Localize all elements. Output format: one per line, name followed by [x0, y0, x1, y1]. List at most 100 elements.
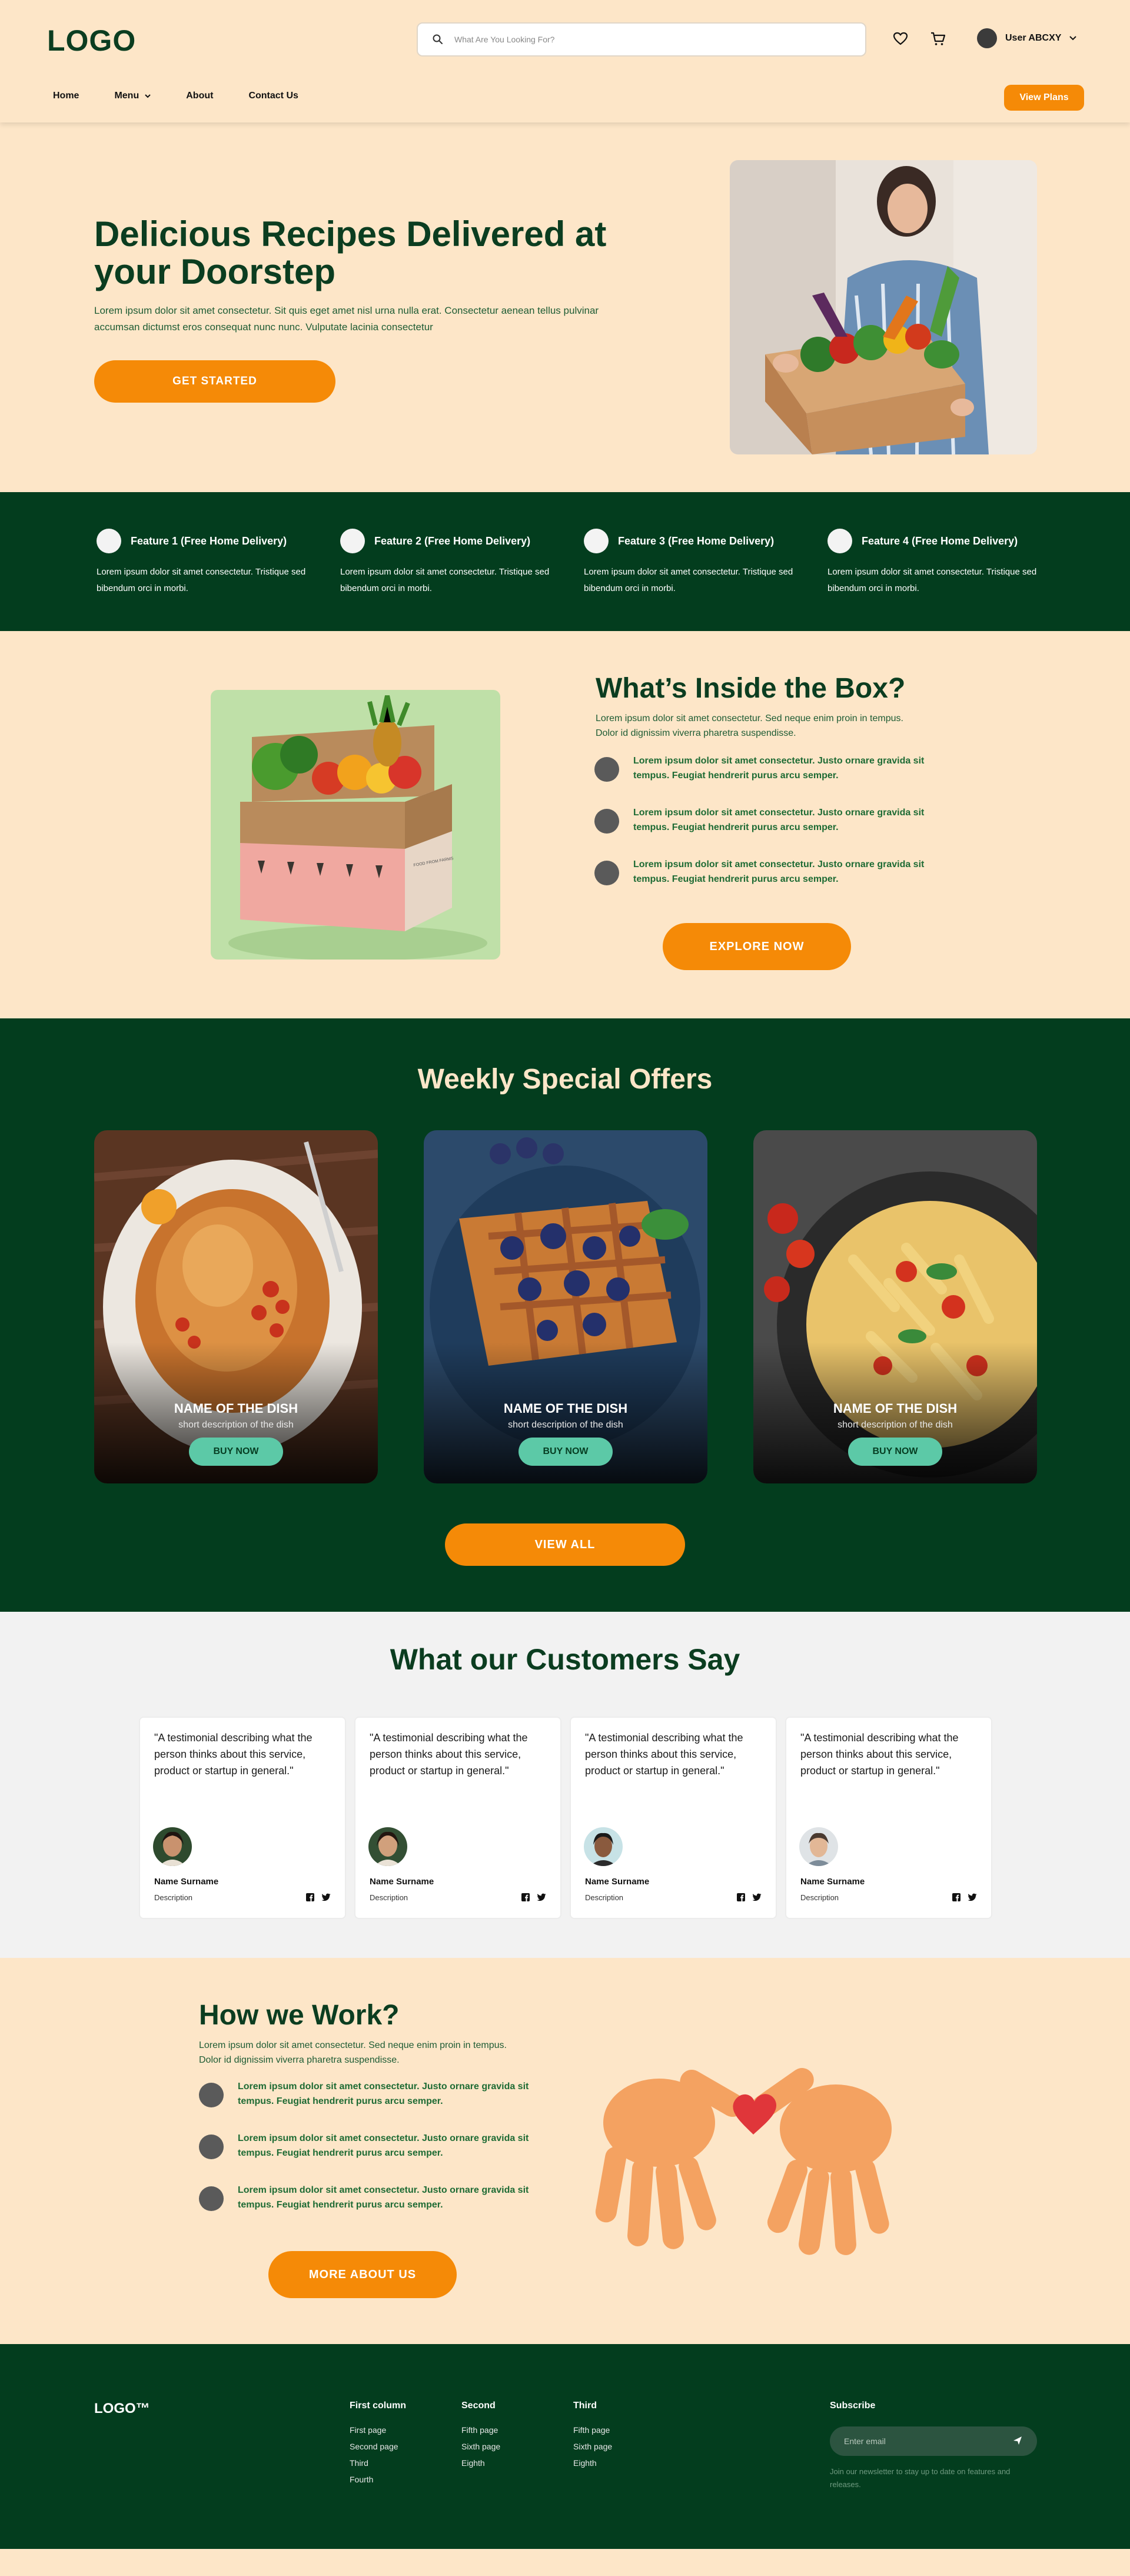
testimonial-card: "A testimonial describing what the perso…: [354, 1717, 561, 1919]
testimonial-card: "A testimonial describing what the perso…: [570, 1717, 777, 1919]
user-name: User ABCXY: [1005, 33, 1062, 43]
testimonial-name: Name Surname: [585, 1877, 650, 1887]
chevron-down-icon: [145, 94, 151, 98]
nav-about[interactable]: About: [186, 91, 213, 101]
footer-link[interactable]: Sixth page: [461, 2438, 500, 2455]
footer-link[interactable]: Second page: [350, 2438, 406, 2455]
footer-link[interactable]: Third: [350, 2455, 406, 2471]
feature-icon: [827, 529, 852, 553]
nav-menu-label: Menu: [114, 91, 139, 101]
subscribe-field[interactable]: [830, 2426, 1037, 2456]
footer-link[interactable]: Fourth: [350, 2471, 406, 2488]
bullet-text: Lorem ipsum dolor sit amet consectetur. …: [238, 2185, 529, 2210]
facebook-icon[interactable]: [952, 1893, 960, 1901]
user-menu[interactable]: User ABCXY: [977, 28, 1077, 48]
twitter-icon[interactable]: [537, 1893, 546, 1901]
feature-item: Feature 2 (Free Home Delivery) Lorem ips…: [340, 529, 564, 597]
footer-column: Second Fifth page Sixth page Eighth: [461, 2401, 500, 2471]
footer-link[interactable]: First page: [350, 2422, 406, 2438]
feature-title: Feature 4 (Free Home Delivery): [862, 535, 1018, 547]
footer-column-title: Third: [573, 2401, 597, 2411]
avatar: [368, 1827, 407, 1866]
how-text: Lorem ipsum dolor sit amet consectetur. …: [199, 2040, 507, 2065]
facebook-icon[interactable]: [306, 1893, 314, 1901]
feature-item: Feature 3 (Free Home Delivery) Lorem ips…: [584, 529, 807, 597]
view-all-button[interactable]: VIEW ALL: [445, 1523, 685, 1566]
hero-title: Delicious Recipes Delivered at your Door…: [94, 214, 607, 291]
inside-bullet: Lorem ipsum dolor sit amet consectetur. …: [594, 753, 948, 783]
hero-text: Lorem ipsum dolor sit amet consectetur. …: [94, 305, 599, 333]
buy-now-button[interactable]: BUY NOW: [189, 1438, 283, 1466]
site-footer: LOGO™ First column First page Second pag…: [0, 2344, 1130, 2549]
facebook-icon[interactable]: [737, 1893, 745, 1901]
subscribe-note: Join our newsletter to stay up to date o…: [830, 2467, 1011, 2489]
hero-section: Delicious Recipes Delivered at your Door…: [0, 122, 1130, 492]
bullet-text: Lorem ipsum dolor sit amet consectetur. …: [633, 859, 925, 884]
how-title: How we Work?: [199, 2000, 400, 2031]
facebook-icon[interactable]: [521, 1893, 530, 1901]
testimonial-quote: "A testimonial describing what the perso…: [585, 1732, 743, 1777]
subscribe-block: Subscribe: [830, 2401, 875, 2422]
view-plans-button[interactable]: View Plans: [1004, 85, 1084, 111]
buy-now-button[interactable]: BUY NOW: [848, 1438, 942, 1466]
footer-logo[interactable]: LOGO™: [94, 2401, 150, 2417]
dish-card[interactable]: NAME OF THE DISH short description of th…: [753, 1130, 1037, 1483]
dish-description: short description of the dish: [508, 1420, 623, 1430]
twitter-icon[interactable]: [968, 1893, 977, 1901]
search-bar[interactable]: [417, 22, 866, 57]
get-started-button[interactable]: GET STARTED: [94, 360, 335, 403]
subscribe-title: Subscribe: [830, 2401, 876, 2411]
nav-contact[interactable]: Contact Us: [248, 91, 298, 101]
wishlist-heart-icon[interactable]: [891, 29, 910, 48]
cart-icon[interactable]: [929, 29, 948, 48]
feature-title: Feature 3 (Free Home Delivery): [618, 535, 775, 547]
weekly-offers-section: Weekly Special Offers NAME OF THE DISH s…: [0, 1018, 1130, 1612]
inside-bullet: Lorem ipsum dolor sit amet consectetur. …: [594, 857, 948, 887]
social-links: [306, 1893, 331, 1901]
bullet-icon: [594, 809, 619, 834]
footer-column: First column First page Second page Thir…: [350, 2401, 406, 2488]
testimonial-card: "A testimonial describing what the perso…: [785, 1717, 992, 1919]
feature-title: Feature 2 (Free Home Delivery): [374, 535, 531, 547]
footer-link[interactable]: Eighth: [461, 2455, 500, 2471]
logo[interactable]: LOGO: [47, 24, 136, 58]
feature-icon: [584, 529, 609, 553]
bullet-icon: [594, 861, 619, 885]
dish-description: short description of the dish: [178, 1420, 294, 1430]
feature-item: Feature 4 (Free Home Delivery) Lorem ips…: [827, 529, 1051, 597]
buy-now-button[interactable]: BUY NOW: [519, 1438, 613, 1466]
explore-now-button[interactable]: EXPLORE NOW: [663, 923, 851, 970]
nav-home[interactable]: Home: [53, 91, 79, 101]
nav-menu[interactable]: Menu: [114, 91, 151, 101]
search-input[interactable]: [454, 35, 831, 44]
testimonial-quote: "A testimonial describing what the perso…: [370, 1732, 528, 1777]
search-icon: [433, 34, 443, 44]
hero-image: [730, 160, 1037, 454]
dish-name: NAME OF THE DISH: [503, 1401, 628, 1416]
footer-link[interactable]: Fifth page: [573, 2422, 612, 2438]
feature-text: Lorem ipsum dolor sit amet consectetur. …: [340, 567, 550, 593]
how-bullet: Lorem ipsum dolor sit amet consectetur. …: [199, 2183, 552, 2212]
social-links: [521, 1893, 546, 1901]
send-icon[interactable]: [1012, 2435, 1023, 2446]
site-header: LOGO User ABCXY Home Menu About Contact …: [0, 0, 1130, 122]
footer-column-title: Second: [461, 2401, 496, 2411]
more-about-us-button[interactable]: MORE ABOUT US: [268, 2251, 457, 2298]
dish-card[interactable]: NAME OF THE DISH short description of th…: [424, 1130, 707, 1483]
twitter-icon[interactable]: [752, 1893, 762, 1901]
feature-title: Feature 1 (Free Home Delivery): [131, 535, 287, 547]
social-links: [737, 1893, 762, 1901]
testimonial-name: Name Surname: [800, 1877, 865, 1887]
dish-card[interactable]: NAME OF THE DISH short description of th…: [94, 1130, 378, 1483]
footer-link[interactable]: Eighth: [573, 2455, 612, 2471]
avatar: [153, 1827, 192, 1866]
feature-text: Lorem ipsum dolor sit amet consectetur. …: [97, 567, 306, 593]
bullet-icon: [594, 757, 619, 782]
footer-link[interactable]: Sixth page: [573, 2438, 612, 2455]
how-we-work-section: How we Work? Lorem ipsum dolor sit amet …: [0, 1958, 1130, 2344]
offers-title: Weekly Special Offers: [417, 1064, 713, 1095]
twitter-icon[interactable]: [321, 1893, 331, 1901]
email-input[interactable]: [844, 2436, 1003, 2446]
testimonial-card: "A testimonial describing what the perso…: [139, 1717, 346, 1919]
footer-link[interactable]: Fifth page: [461, 2422, 500, 2438]
